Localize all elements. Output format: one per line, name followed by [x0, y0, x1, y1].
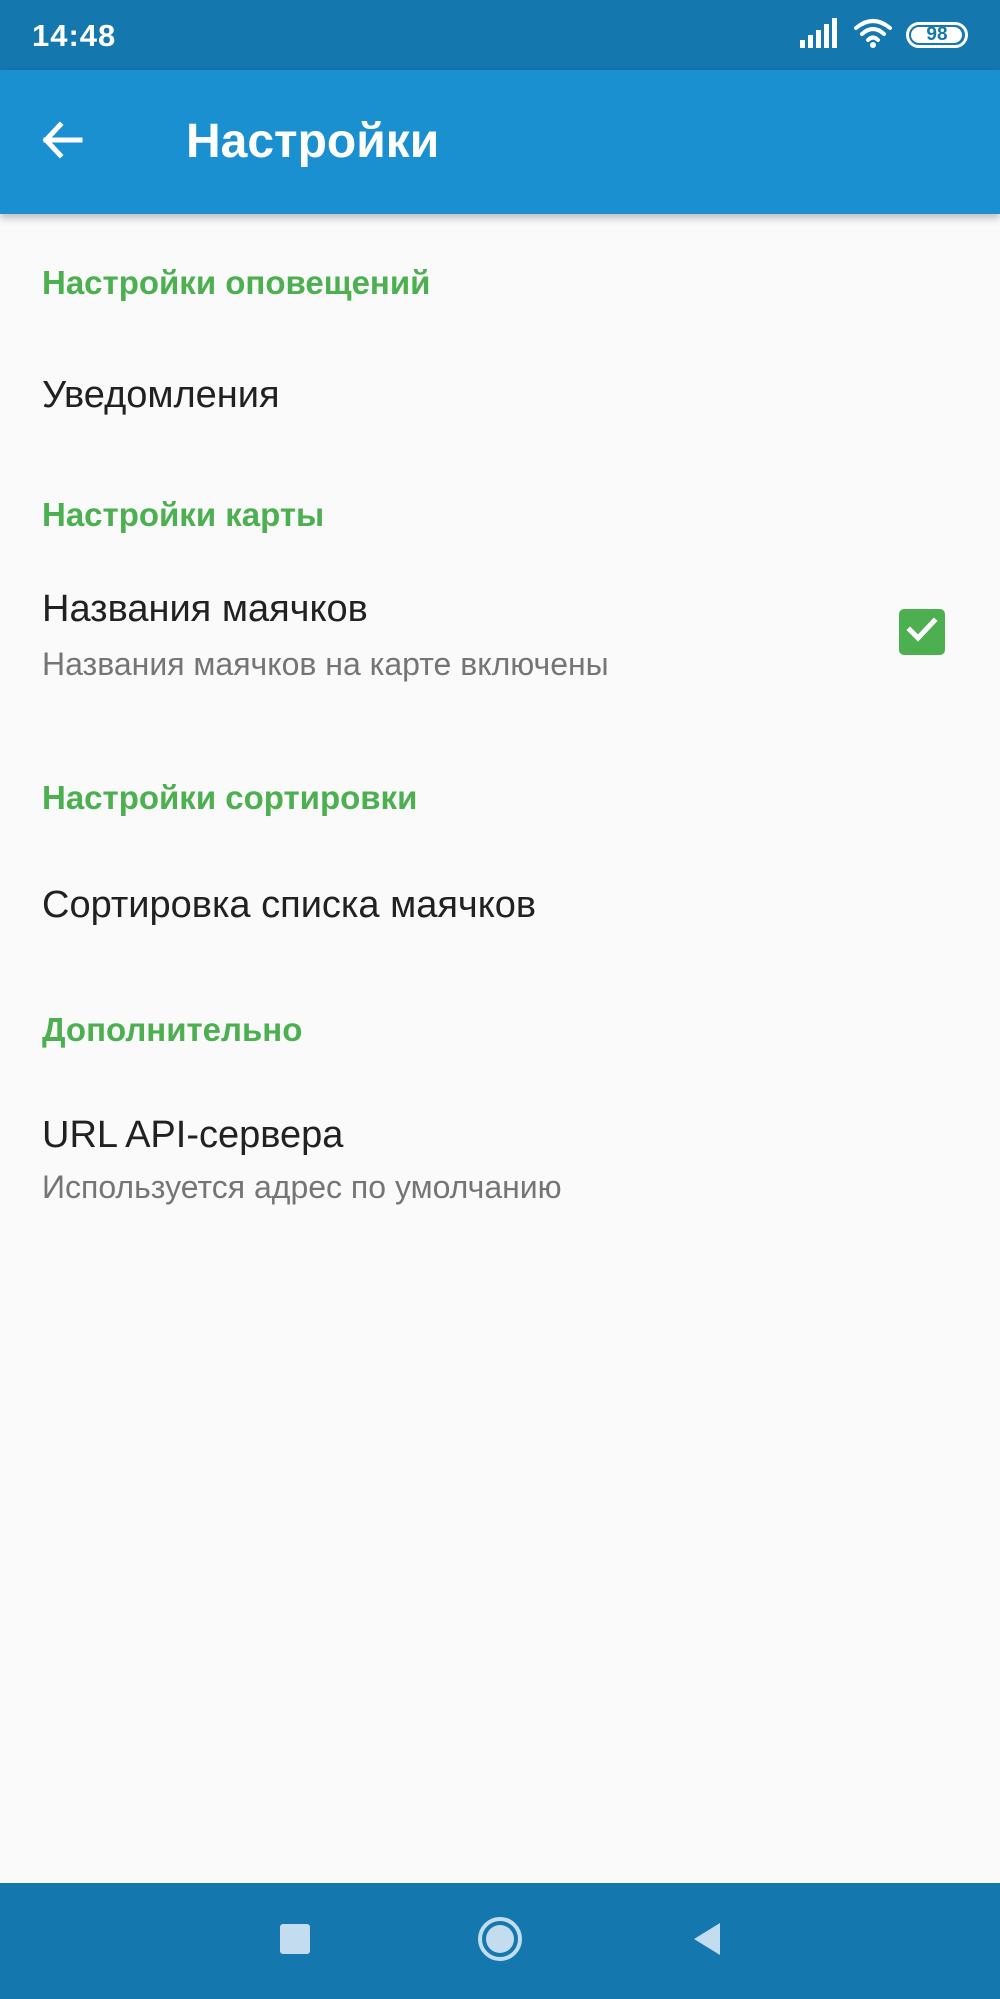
status-bar: 14:48 98 [0, 0, 1000, 70]
pref-api-url[interactable]: URL API-сервера Используется адрес по ум… [0, 1074, 1000, 1274]
status-icons: 98 [800, 17, 968, 53]
status-time: 14:48 [32, 18, 117, 53]
pref-beacon-names[interactable]: Названия маячков Названия маячков на кар… [0, 564, 1000, 764]
check-icon [905, 613, 939, 652]
back-button[interactable] [30, 110, 94, 174]
home-circle-icon [476, 1915, 524, 1968]
pref-summary: Используется адрес по умолчанию [42, 1169, 562, 1205]
pref-title: URL API-сервера [42, 1114, 344, 1156]
section-header-notifications: Настройки оповещений [42, 264, 431, 301]
system-back-button[interactable] [677, 1911, 737, 1971]
section-header-advanced: Дополнительно [42, 1011, 303, 1048]
signal-icon [800, 17, 840, 53]
battery-level: 98 [926, 24, 948, 45]
back-triangle-icon [690, 1920, 724, 1963]
app-bar: Настройки [0, 70, 1000, 214]
pref-notifications[interactable]: Уведомления [0, 334, 1000, 474]
pref-summary: Названия маячков на карте включены [42, 646, 609, 682]
beacon-names-checkbox[interactable] [899, 609, 945, 655]
recents-button[interactable] [265, 1911, 325, 1971]
battery-icon: 98 [906, 22, 968, 48]
recents-square-icon [279, 1923, 311, 1960]
arrow-back-icon [38, 116, 86, 169]
pref-title: Уведомления [42, 374, 280, 416]
home-button[interactable] [470, 1911, 530, 1971]
section-header-map: Настройки карты [42, 496, 325, 533]
wifi-icon [854, 18, 892, 53]
navigation-bar [0, 1883, 1000, 1999]
pref-title: Названия маячков [42, 588, 368, 630]
section-header-sorting: Настройки сортировки [42, 779, 418, 816]
page-title: Настройки [186, 115, 440, 168]
pref-beacon-sorting[interactable]: Сортировка списка маячков [0, 844, 1000, 984]
pref-title: Сортировка списка маячков [42, 884, 537, 926]
